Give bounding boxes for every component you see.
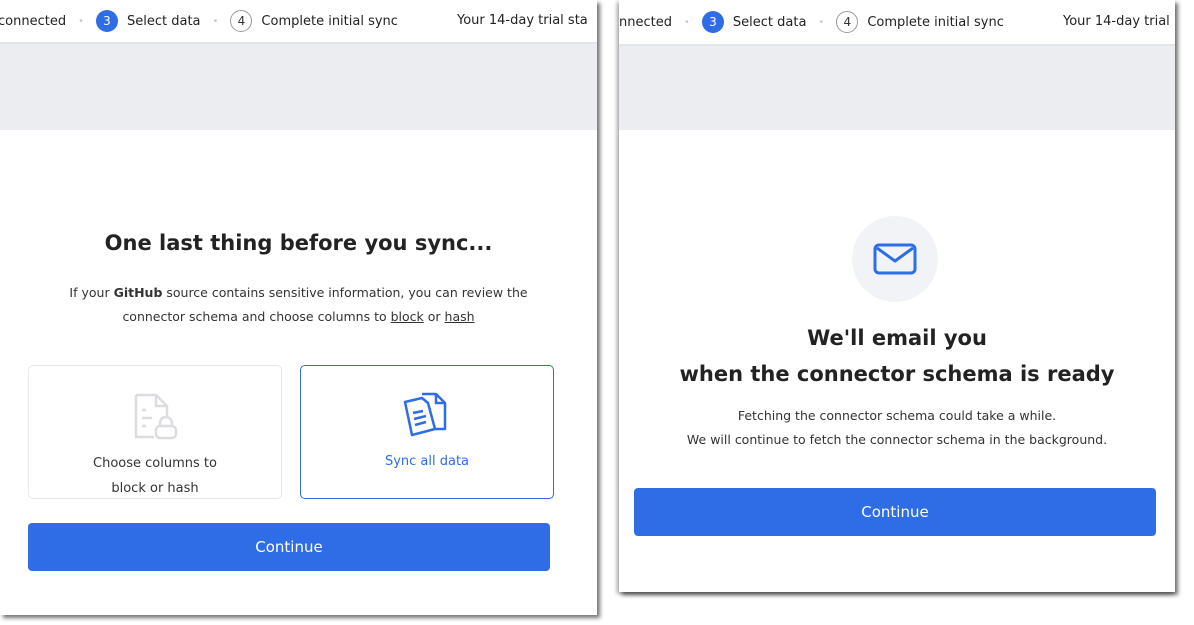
- step-3-badge: 3: [95, 10, 118, 32]
- option-sync-all[interactable]: Sync all data: [300, 365, 554, 499]
- left-panel: connected • 3 Select data • 4 Complete i…: [0, 0, 597, 615]
- step-4-badge: 4: [230, 10, 253, 32]
- document-lock-icon: [134, 393, 178, 440]
- step-4-badge: 4: [836, 11, 859, 33]
- block-link[interactable]: block: [391, 309, 424, 324]
- step-connected: nnected: [619, 14, 672, 30]
- gray-band: [0, 44, 597, 130]
- step-connected: connected: [0, 13, 67, 29]
- trial-notice: Your 14-day trial sta: [457, 13, 588, 28]
- envelope-icon: [873, 243, 917, 275]
- step-3-badge: 3: [701, 11, 724, 33]
- description: Fetching the connector schema could take…: [686, 408, 1108, 447]
- page-title: One last thing before you sync...: [104, 231, 493, 255]
- step-select-data: Select data: [732, 14, 807, 30]
- email-icon-circle: [852, 216, 938, 302]
- description: If your GitHub source contains sensitive…: [69, 285, 528, 324]
- right-panel: nnected • 3 Select data • 4 Complete ini…: [619, 0, 1175, 592]
- documents-icon: [403, 392, 447, 437]
- continue-button[interactable]: Continue: [28, 523, 550, 571]
- step-initial-sync: Complete initial sync: [867, 14, 1004, 30]
- trial-notice: Your 14-day trial st: [1063, 14, 1170, 73]
- step-select-data: Select data: [126, 13, 201, 29]
- page-title: We'll email you when the connector schem…: [679, 326, 1115, 386]
- gray-band: [619, 46, 1175, 130]
- hash-link[interactable]: hash: [445, 309, 475, 324]
- option-choose-columns[interactable]: Choose columns to block or hash: [28, 365, 282, 499]
- step-initial-sync: Complete initial sync: [261, 13, 398, 29]
- source-name: GitHub: [113, 285, 163, 300]
- continue-button[interactable]: Continue: [634, 488, 1156, 536]
